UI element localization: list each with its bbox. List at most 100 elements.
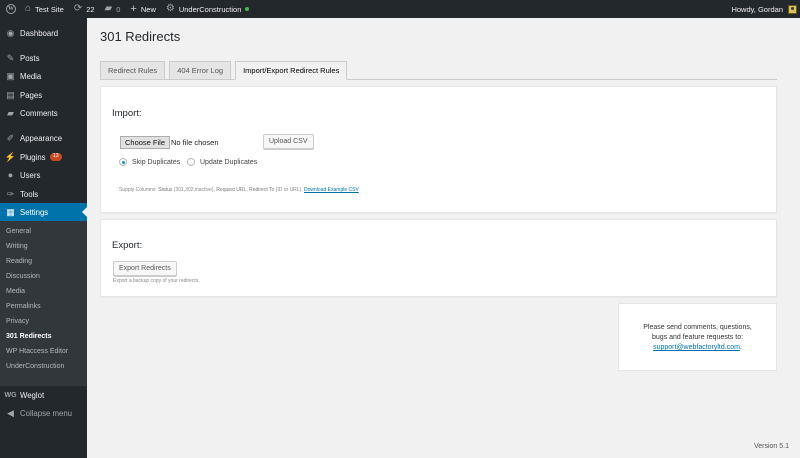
menu-settings[interactable]: ▦ Settings (0, 203, 87, 221)
menu-label: Comments (20, 108, 58, 118)
menu-label: Weglot (20, 390, 45, 400)
admin-bar: W ⌂ Test Site ⟳ 22 ▰ 0 + New ⚙ UnderCons… (0, 0, 800, 18)
collapse-menu-button[interactable]: ◀ Collapse menu (0, 404, 87, 422)
note-status: Status (158, 187, 173, 193)
note-redirect: Redirect To (249, 187, 275, 193)
choose-file-button[interactable]: Choose File (120, 136, 171, 149)
menu-users[interactable]: ● Users (0, 166, 87, 184)
support-email-suffix: . (739, 344, 742, 351)
submenu-permalinks[interactable]: Permalinks (6, 303, 41, 310)
collapse-icon: ◀ (7, 407, 14, 418)
plug-icon: ⚡ (4, 151, 17, 162)
skip-duplicates-radio[interactable]: Skip Duplicates (119, 158, 180, 166)
pages-icon: ▤ (6, 89, 15, 100)
upload-csv-button[interactable]: Upload CSV (263, 134, 314, 149)
dashboard-icon: ◉ (6, 27, 15, 38)
menu-pages[interactable]: ▤ Pages (0, 86, 87, 104)
menu-comments[interactable]: ▰ Comments (0, 104, 87, 122)
wordpress-logo-menu[interactable]: W (2, 0, 20, 18)
settings-icon: ▦ (6, 206, 15, 217)
radio-checked-icon (119, 158, 127, 166)
menu-label: Appearance (20, 133, 63, 143)
support-email-link[interactable]: support@webfactoryltd.com (653, 344, 740, 351)
my-account-menu[interactable]: Howdy, Gordan (726, 0, 800, 18)
menu-label: Media (20, 71, 42, 81)
menu-tools[interactable]: ✑ Tools (0, 185, 87, 203)
home-icon: ⌂ (25, 3, 32, 14)
updates-count: 22 (86, 4, 95, 14)
new-label: New (140, 4, 156, 14)
admin-sidebar: ◉ Dashboard ✎ Posts ▣ Media ▤ Pages ▰ Co… (0, 18, 87, 458)
new-content-menu[interactable]: + New (125, 0, 160, 18)
tab-404-error-log[interactable]: 404 Error Log (169, 61, 232, 80)
pin-icon: ✎ (6, 52, 15, 63)
menu-dashboard[interactable]: ◉ Dashboard (0, 24, 87, 42)
menu-label: Settings (20, 207, 49, 217)
page-title: 301 Redirects (100, 29, 181, 44)
import-columns-note: Supply Columns: Status (301,302,inactive… (119, 187, 359, 193)
menu-plugins[interactable]: ⚡ Plugins 13 (0, 148, 87, 166)
comments-menu[interactable]: ▰ 0 (100, 0, 126, 18)
submenu-underconstruction[interactable]: UnderConstruction (6, 363, 64, 370)
import-card: Import: Choose File No file chosen Uploa… (100, 86, 777, 213)
tab-import-export[interactable]: Import/Export Redirect Rules (235, 61, 348, 80)
plus-icon: + (130, 2, 137, 15)
menu-posts[interactable]: ✎ Posts (0, 49, 87, 67)
menu-label: Posts (20, 53, 40, 63)
tab-redirect-rules[interactable]: Redirect Rules (100, 61, 166, 80)
menu-appearance[interactable]: ✐ Appearance (0, 129, 87, 147)
note-redirect-detail: (ID or URL). (274, 187, 305, 193)
updates-menu[interactable]: ⟳ 22 (69, 0, 100, 18)
download-example-csv-link[interactable]: Download Example CSV (304, 187, 359, 193)
site-name-menu[interactable]: ⌂ Test Site (20, 0, 69, 18)
menu-label: Plugins (20, 152, 46, 162)
export-card: Export: Export Redirects Export a backup… (100, 219, 777, 297)
status-dot-icon (245, 7, 250, 11)
wrench-icon: ✑ (6, 188, 15, 199)
export-note: Export a backup copy of your redirects. (113, 278, 200, 284)
nav-tabs: Redirect Rules 404 Error Log Import/Expo… (100, 61, 351, 80)
menu-weglot[interactable]: WG Weglot (0, 386, 87, 404)
weglot-icon: WG (4, 391, 17, 399)
settings-submenu: General Writing Reading Discussion Media… (0, 221, 87, 386)
update-duplicates-radio[interactable]: Update Duplicates (187, 158, 257, 166)
note-request: Request URL (216, 187, 247, 193)
submenu-wp-htaccess-editor[interactable]: WP Htaccess Editor (6, 348, 68, 355)
submenu-media[interactable]: Media (6, 288, 25, 295)
submenu-reading[interactable]: Reading (6, 258, 32, 265)
import-heading: Import: (112, 108, 142, 119)
submenu-discussion[interactable]: Discussion (6, 273, 40, 280)
export-redirects-button[interactable]: Export Redirects (113, 261, 177, 276)
menu-label: Pages (20, 90, 43, 100)
plugins-update-badge: 13 (49, 153, 62, 161)
submenu-writing[interactable]: Writing (6, 243, 28, 250)
submenu-privacy[interactable]: Privacy (6, 318, 29, 325)
radio-unchecked-icon (187, 158, 195, 166)
update-duplicates-label: Update Duplicates (200, 158, 258, 166)
wordpress-icon: W (6, 4, 16, 14)
media-icon: ▣ (6, 70, 15, 81)
underconstruction-label: UnderConstruction (178, 4, 242, 14)
user-icon: ● (7, 170, 14, 180)
note-prefix: Supply Columns: (119, 187, 159, 193)
refresh-icon: ⟳ (73, 3, 83, 14)
avatar (788, 4, 797, 14)
skip-duplicates-label: Skip Duplicates (132, 158, 181, 166)
comments-count: 0 (116, 4, 121, 14)
menu-media[interactable]: ▣ Media (0, 67, 87, 85)
file-status-text: No file chosen (171, 138, 219, 147)
underconstruction-menu[interactable]: ⚙ UnderConstruction (161, 0, 255, 18)
brush-icon: ✐ (6, 132, 15, 143)
version-text: Version 5.1 (753, 443, 789, 450)
menu-label: Tools (20, 189, 39, 199)
export-heading: Export: (112, 240, 143, 251)
submenu-301-redirects[interactable]: 301 Redirects (6, 333, 52, 340)
menu-label: Dashboard (20, 28, 59, 38)
howdy-text: Howdy, Gordan (731, 4, 783, 14)
site-name: Test Site (35, 4, 64, 14)
menu-label: Users (20, 170, 41, 180)
gear-icon: ⚙ (165, 3, 175, 14)
submenu-general[interactable]: General (6, 228, 31, 235)
support-email-line: support@webfactoryltd.com. (619, 343, 776, 353)
support-box: Please send comments, questions, bugs an… (618, 303, 777, 371)
